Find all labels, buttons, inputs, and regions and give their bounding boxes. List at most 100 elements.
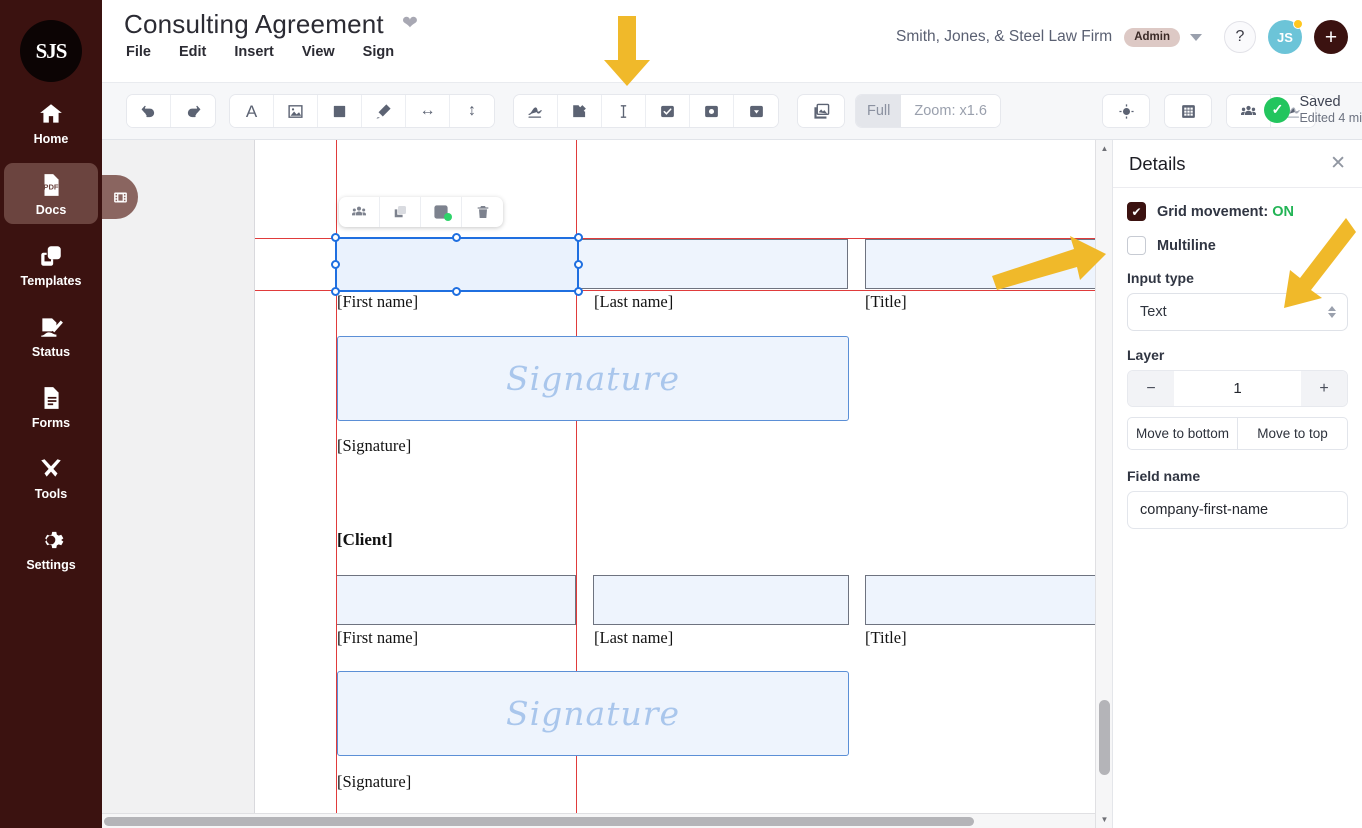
sidebar-item-label: Templates [20, 274, 82, 288]
notification-dot-icon [1293, 19, 1303, 29]
resize-handle-se[interactable] [574, 287, 583, 296]
menu-sign[interactable]: Sign [363, 44, 394, 60]
undo-icon[interactable] [127, 95, 171, 127]
add-button[interactable]: + [1314, 20, 1348, 54]
form-field-signature-client[interactable]: Signature [337, 671, 849, 756]
target-focus-icon[interactable] [1103, 95, 1149, 127]
zoom-full-button[interactable]: Full [856, 95, 902, 127]
sidebar-item-tools[interactable]: Tools [4, 447, 98, 508]
form-field-last-name-client[interactable] [593, 575, 849, 625]
toolbar-group-view [1102, 94, 1150, 128]
multiline-checkbox[interactable] [1127, 236, 1146, 255]
field-name-label: Field name [1127, 468, 1201, 484]
sidebar-item-label: Docs [35, 203, 67, 217]
check-circle-icon: ✓ [1264, 96, 1291, 123]
menu-file[interactable]: File [126, 44, 151, 60]
highlighter-pen-icon[interactable] [362, 95, 406, 127]
vertical-scroll-thumb[interactable] [1099, 700, 1110, 775]
radio-field-icon[interactable] [690, 95, 734, 127]
menu-insert[interactable]: Insert [234, 44, 274, 60]
text-A-icon[interactable]: A [230, 95, 274, 127]
field-settings-icon[interactable] [421, 197, 462, 227]
field-caption-last-name-client: [Last name] [594, 628, 674, 647]
arrow-horizontal-icon[interactable]: ↔ [406, 95, 450, 127]
grid-icon[interactable] [1165, 95, 1211, 127]
multiline-toggle[interactable]: Multiline [1127, 236, 1348, 255]
resize-handle-e[interactable] [574, 259, 583, 269]
toolbar-group-grid [1164, 94, 1212, 128]
text-field-icon[interactable] [602, 95, 646, 127]
filled-square-icon[interactable] [318, 95, 362, 127]
dropdown-field-icon[interactable] [734, 95, 778, 127]
duplicate-icon[interactable] [380, 197, 421, 227]
form-field-last-name[interactable] [576, 239, 848, 289]
grid-movement-checkbox[interactable] [1127, 202, 1146, 221]
resize-handle-w[interactable] [331, 259, 340, 269]
menu-view[interactable]: View [302, 44, 335, 60]
layer-increment-button[interactable]: + [1301, 371, 1347, 406]
resize-handle-sw[interactable] [331, 287, 340, 296]
close-icon[interactable]: ✕ [1330, 154, 1346, 173]
sidebar-item-docs[interactable]: PDF Docs [4, 163, 98, 224]
resize-handle-n[interactable] [452, 233, 461, 242]
avatar[interactable]: JS [1268, 19, 1303, 54]
sign-pen-icon [41, 318, 63, 337]
wrench-screwdriver-icon [41, 459, 61, 477]
layer-value[interactable]: 1 [1174, 371, 1301, 406]
pdf-page[interactable]: [First name] [Last name] [Title] Signatu… [254, 140, 1112, 813]
sidebar-item-templates[interactable]: Templates [4, 234, 98, 295]
heart-icon[interactable]: ❤ [402, 14, 418, 33]
scroll-down-icon[interactable]: ▼ [1096, 811, 1112, 828]
assign-recipient-icon[interactable] [339, 197, 380, 227]
resize-handle-nw[interactable] [331, 233, 340, 242]
signature-field-icon[interactable] [514, 95, 558, 127]
details-title: Details [1129, 152, 1186, 174]
delete-icon[interactable] [462, 197, 503, 227]
zoom-level-display[interactable]: Zoom: x1.6 [901, 95, 1000, 127]
scroll-up-icon[interactable]: ▲ [1096, 140, 1112, 157]
form-field-signature-company[interactable]: Signature [337, 336, 849, 421]
sidebar-item-home[interactable]: Home [4, 92, 98, 153]
copy-stack-icon [41, 246, 61, 266]
horizontal-scroll-thumb[interactable] [104, 817, 974, 826]
canvas-vertical-scrollbar[interactable]: ▲ ▼ [1095, 140, 1112, 828]
redo-icon[interactable] [171, 95, 215, 127]
move-to-top-button[interactable]: Move to top [1237, 417, 1348, 450]
details-panel-header: Details ✕ [1113, 140, 1362, 188]
stamp-image-icon[interactable] [798, 95, 844, 127]
input-type-select[interactable]: Text [1127, 293, 1348, 331]
resize-handle-ne[interactable] [574, 233, 583, 242]
sidebar-item-label: Settings [26, 558, 76, 572]
top-header: Consulting Agreement ❤ File Edit Insert … [102, 0, 1362, 82]
form-field-title[interactable] [865, 239, 1112, 289]
arrow-vertical-icon[interactable]: ↕ [450, 95, 494, 127]
multiline-label: Multiline [1157, 237, 1216, 254]
grid-movement-label: Grid movement: ON [1157, 204, 1294, 220]
resize-handle-s[interactable] [452, 287, 461, 296]
role-badge: Admin [1124, 27, 1180, 47]
details-panel-body: Grid movement: ON Multiline Input type T… [1113, 188, 1362, 529]
move-to-bottom-button[interactable]: Move to bottom [1127, 417, 1237, 450]
form-lines-icon [44, 387, 59, 409]
help-button[interactable]: ? [1224, 21, 1256, 53]
image-icon[interactable] [274, 95, 318, 127]
canvas-horizontal-scrollbar[interactable] [102, 813, 1095, 828]
menu-edit[interactable]: Edit [179, 44, 206, 60]
field-name-input[interactable]: company-first-name [1127, 491, 1348, 529]
form-field-title-client[interactable] [865, 575, 1112, 625]
checkbox-field-icon[interactable] [646, 95, 690, 127]
pages-panel-toggle[interactable] [102, 175, 138, 219]
chevron-down-icon[interactable] [1190, 33, 1202, 41]
form-field-first-name-client[interactable] [337, 575, 576, 625]
sidebar-item-label: Forms [31, 416, 71, 430]
sidebar-item-forms[interactable]: Forms [4, 376, 98, 437]
field-caption-title-client: [Title] [865, 628, 907, 647]
initials-field-icon[interactable] [558, 95, 602, 127]
selected-form-field-first-name[interactable] [331, 233, 583, 296]
sidebar-item-status[interactable]: Status [4, 305, 98, 366]
grid-movement-toggle[interactable]: Grid movement: ON [1127, 202, 1348, 221]
app-logo[interactable]: SJS [20, 20, 82, 82]
layer-decrement-button[interactable]: − [1128, 371, 1174, 406]
organization-name: Smith, Jones, & Steel Law Firm [896, 28, 1113, 45]
sidebar-item-settings[interactable]: Settings [4, 518, 98, 579]
